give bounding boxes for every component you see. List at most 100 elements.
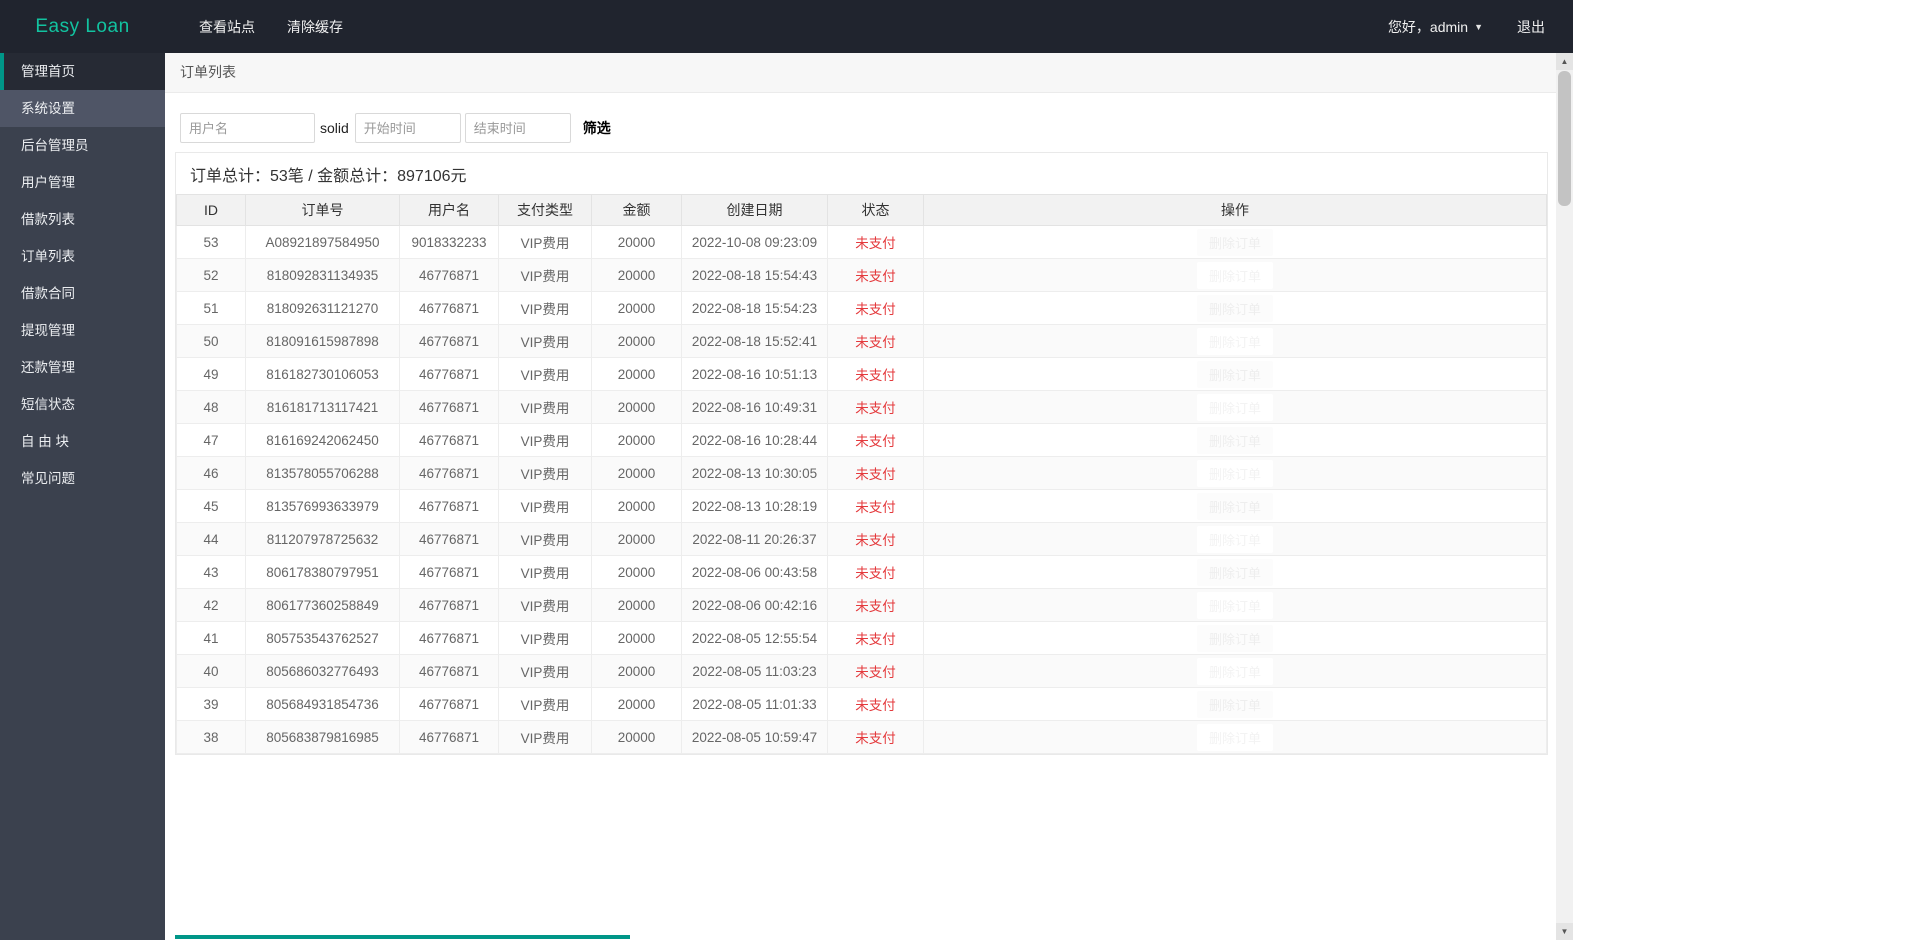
username-cell: 46776871 — [399, 687, 499, 721]
order-no-cell: 805684931854736 — [245, 687, 400, 721]
order-id-cell: 44 — [176, 522, 246, 556]
order-id-cell: 52 — [176, 258, 246, 292]
sidebar-item-8[interactable]: 还款管理 — [0, 349, 165, 386]
delete-order-button[interactable]: 删除订单 — [1196, 657, 1273, 685]
sidebar-item-11[interactable]: 常见问题 — [0, 460, 165, 497]
sidebar-item-6[interactable]: 借款合同 — [0, 275, 165, 312]
delete-order-button[interactable]: 删除订单 — [1196, 492, 1273, 520]
nav-link-clear-cache[interactable]: 清除缓存 — [285, 13, 345, 41]
order-id-cell: 40 — [176, 654, 246, 688]
vertical-scrollbar[interactable]: ▲ ▼ — [1556, 53, 1573, 940]
column-header: 创建日期 — [681, 194, 828, 226]
orders-summary: 订单总计：53笔 / 金额总计：897106元 — [190, 168, 467, 185]
sidebar-item-0[interactable]: 管理首页 — [0, 53, 165, 90]
amount-cell: 20000 — [591, 357, 682, 391]
filter-submit-button[interactable]: 筛选 — [583, 118, 611, 138]
action-cell: 删除订单 — [923, 258, 1547, 292]
pay-type-cell: VIP费用 — [498, 225, 592, 259]
brand-logo: Easy Loan — [35, 15, 130, 37]
status-badge: 未支付 — [855, 599, 896, 614]
created-date-cell: 2022-08-05 11:03:23 — [681, 654, 828, 688]
created-date-cell: 2022-08-18 15:54:23 — [681, 291, 828, 325]
amount-cell: 20000 — [591, 456, 682, 490]
sidebar-item-2[interactable]: 后台管理员 — [0, 127, 165, 164]
logout-button[interactable]: 退出 — [1517, 17, 1545, 37]
delete-order-button[interactable]: 删除订单 — [1196, 525, 1273, 553]
delete-order-button[interactable]: 删除订单 — [1196, 690, 1273, 718]
user-greeting: 您好，admin — [1387, 18, 1469, 35]
nav-link-view-site[interactable]: 查看站点 — [197, 13, 257, 41]
username-cell: 46776871 — [399, 555, 499, 589]
scroll-up-icon[interactable]: ▲ — [1556, 53, 1573, 70]
delete-order-button[interactable]: 删除订单 — [1196, 261, 1273, 289]
action-cell: 删除订单 — [923, 456, 1547, 490]
order-no-cell: 818091615987898 — [245, 324, 400, 358]
delete-order-button[interactable]: 删除订单 — [1196, 360, 1273, 388]
action-cell: 删除订单 — [923, 522, 1547, 556]
start-time-input[interactable] — [354, 113, 461, 143]
delete-order-button[interactable]: 删除订单 — [1196, 393, 1273, 421]
footer-accent-bar — [175, 935, 630, 939]
delete-order-button[interactable]: 删除订单 — [1196, 228, 1273, 256]
username-cell: 46776871 — [399, 324, 499, 358]
action-cell: 删除订单 — [923, 588, 1547, 622]
user-menu[interactable]: 您好，admin ▼ — [1388, 17, 1483, 37]
sidebar-item-7[interactable]: 提现管理 — [0, 312, 165, 349]
sidebar-item-4[interactable]: 借款列表 — [0, 201, 165, 238]
navbar-right: 您好，admin ▼ 退出 — [1388, 17, 1545, 37]
status-cell: 未支付 — [827, 357, 924, 391]
username-cell: 46776871 — [399, 423, 499, 457]
pay-type-cell: VIP费用 — [498, 621, 592, 655]
status-cell: 未支付 — [827, 423, 924, 457]
delete-order-button[interactable]: 删除订单 — [1196, 624, 1273, 652]
pay-type-cell: VIP费用 — [498, 687, 592, 721]
delete-order-button[interactable]: 删除订单 — [1196, 327, 1273, 355]
order-no-cell: 818092831134935 — [245, 258, 400, 292]
amount-cell: 20000 — [591, 489, 682, 523]
delete-order-button[interactable]: 删除订单 — [1196, 723, 1273, 751]
created-date-cell: 2022-08-11 20:26:37 — [681, 522, 828, 556]
status-cell: 未支付 — [827, 225, 924, 259]
created-date-cell: 2022-08-05 10:59:47 — [681, 720, 828, 754]
sidebar-item-10[interactable]: 自 由 块 — [0, 423, 165, 460]
pay-type-cell: VIP费用 — [498, 423, 592, 457]
action-cell: 删除订单 — [923, 225, 1547, 259]
amount-cell: 20000 — [591, 588, 682, 622]
table-row: 50 818091615987898 46776871 VIP费用 20000 2022-… — [176, 324, 1547, 358]
status-cell: 未支付 — [827, 324, 924, 358]
column-header: 操作 — [923, 194, 1547, 226]
status-badge: 未支付 — [855, 467, 896, 482]
sidebar-item-9[interactable]: 短信状态 — [0, 386, 165, 423]
created-date-cell: 2022-08-05 11:01:33 — [681, 687, 828, 721]
created-date-cell: 2022-08-06 00:42:16 — [681, 588, 828, 622]
order-no-cell: 811207978725632 — [245, 522, 400, 556]
delete-order-button[interactable]: 删除订单 — [1196, 558, 1273, 586]
delete-order-button[interactable]: 删除订单 — [1196, 294, 1273, 322]
table-row: 47 816169242062450 46776871 VIP费用 20000 2022-… — [176, 423, 1547, 457]
sidebar-item-3[interactable]: 用户管理 — [0, 164, 165, 201]
action-cell: 删除订单 — [923, 555, 1547, 589]
status-badge: 未支付 — [855, 632, 896, 647]
scroll-down-icon[interactable]: ▼ — [1556, 923, 1573, 940]
status-badge: 未支付 — [855, 401, 896, 416]
created-date-cell: 2022-08-16 10:49:31 — [681, 390, 828, 424]
delete-order-button[interactable]: 删除订单 — [1196, 591, 1273, 619]
status-badge: 未支付 — [855, 269, 896, 284]
order-no-cell: 816182730106053 — [245, 357, 400, 391]
sidebar-item-5[interactable]: 订单列表 — [0, 238, 165, 275]
app-window: Easy Loan 查看站点 清除缓存 您好，admin ▼ 退出 管理首页 系统… — [0, 0, 1573, 940]
pay-type-cell: VIP费用 — [498, 390, 592, 424]
scrollbar-thumb[interactable] — [1558, 71, 1571, 206]
username-cell: 46776871 — [399, 489, 499, 523]
username-cell: 46776871 — [399, 720, 499, 754]
sidebar-item-1[interactable]: 系统设置 — [0, 90, 165, 127]
username-filter-input[interactable] — [180, 113, 315, 143]
action-cell: 删除订单 — [923, 654, 1547, 688]
delete-order-button[interactable]: 删除订单 — [1196, 426, 1273, 454]
pay-type-cell: VIP费用 — [498, 654, 592, 688]
chevron-down-icon: ▼ — [1474, 21, 1483, 32]
pay-type-cell: VIP费用 — [498, 324, 592, 358]
end-time-input[interactable] — [464, 113, 571, 143]
delete-order-button[interactable]: 删除订单 — [1196, 459, 1273, 487]
amount-cell: 20000 — [591, 654, 682, 688]
